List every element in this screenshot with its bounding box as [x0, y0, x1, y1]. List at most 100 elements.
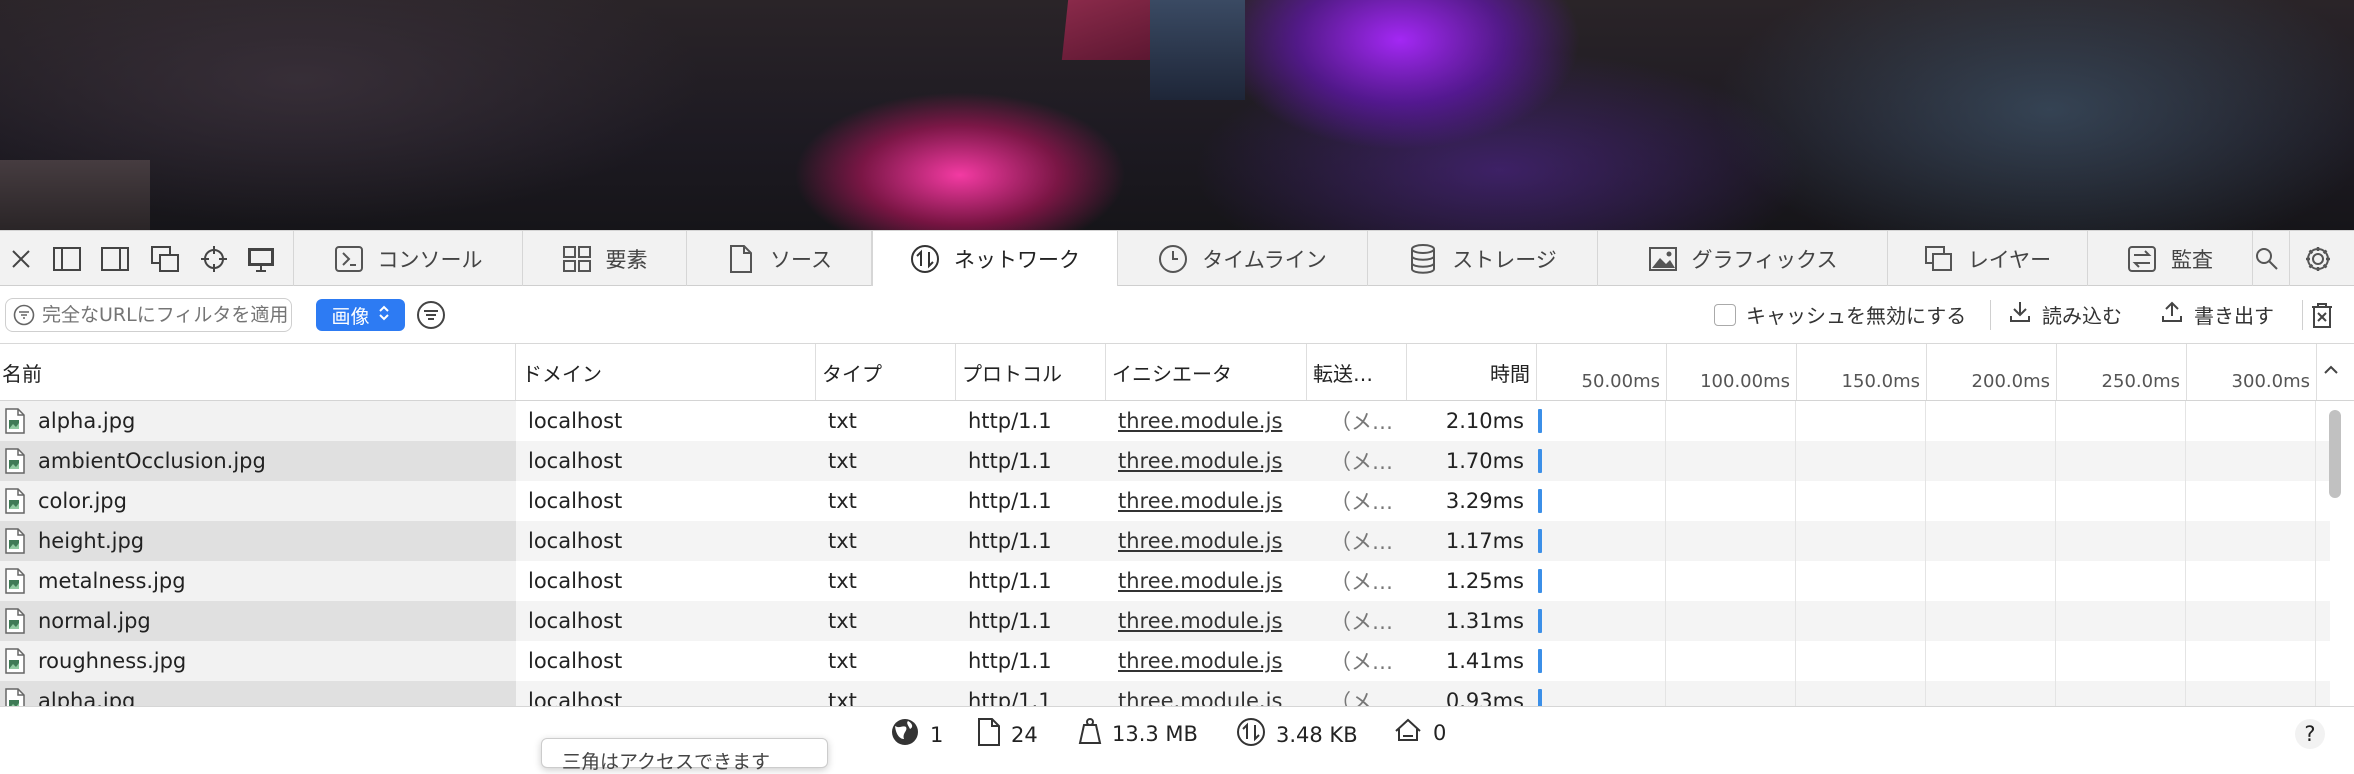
- tab-audit[interactable]: 監査: [2088, 231, 2253, 286]
- column-header-initiator[interactable]: イニシエータ: [1106, 344, 1307, 400]
- request-transfer: （メ…: [1330, 410, 1393, 434]
- globe-icon: [890, 717, 920, 752]
- tab-label: レイヤー: [1967, 247, 2052, 272]
- help-button[interactable]: ?: [2295, 719, 2325, 749]
- request-protocol: http/1.1: [968, 489, 1052, 513]
- request-initiator-link[interactable]: three.module.js: [1112, 681, 1297, 706]
- column-header-time[interactable]: 時間: [1407, 344, 1537, 400]
- disable-cache-label: キャッシュを無効にする: [1746, 304, 1967, 328]
- request-time: 1.17ms: [1445, 529, 1524, 553]
- close-icon[interactable]: [6, 244, 36, 274]
- request-initiator-link[interactable]: three.module.js: [1112, 401, 1297, 441]
- gear-icon[interactable]: [2303, 244, 2333, 274]
- tab-sources[interactable]: ソース: [687, 231, 872, 286]
- table-row[interactable]: alpha.jpg localhost txt http/1.1 three.modul…: [0, 401, 2330, 441]
- request-time: 0.93ms: [1445, 689, 1524, 706]
- scrollbar-thumb[interactable]: [2329, 410, 2341, 498]
- undock-icon[interactable]: [150, 244, 180, 274]
- column-header-protocol[interactable]: プロトコル: [956, 344, 1106, 400]
- table-row[interactable]: metalness.jpg localhost txt http/1.1 three.m…: [0, 561, 2330, 601]
- tab-label: ネットワーク: [954, 247, 1080, 272]
- resource-type-select[interactable]: 画像: [316, 299, 405, 331]
- clear-log-trash-icon[interactable]: [2307, 300, 2337, 330]
- network-status-bar: 1 24 13.3 MB 3.48 KB 0 ?: [0, 706, 2354, 760]
- request-name-cell: alpha.jpg: [0, 401, 516, 441]
- request-initiator-link[interactable]: three.module.js: [1112, 521, 1297, 561]
- table-row[interactable]: normal.jpg localhost txt http/1.1 three.modu…: [0, 601, 2330, 641]
- tab-layers[interactable]: レイヤー: [1888, 231, 2088, 286]
- audit-icon: [2127, 244, 2157, 274]
- column-header-name[interactable]: 名前: [0, 344, 516, 400]
- import-button[interactable]: 読み込む: [2008, 300, 2122, 329]
- waterfall-bar: [1538, 409, 1542, 433]
- tab-network[interactable]: ネットワーク: [872, 231, 1118, 286]
- table-row[interactable]: color.jpg localhost txt http/1.1 three.modul…: [0, 481, 2330, 521]
- request-transfer: （メ…: [1330, 490, 1393, 514]
- database-icon: [1408, 243, 1438, 274]
- image-icon: [1648, 244, 1678, 274]
- table-row[interactable]: height.jpg localhost txt http/1.1 three.modu…: [0, 521, 2330, 561]
- image-file-icon: [4, 408, 26, 434]
- request-initiator-link[interactable]: three.module.js: [1112, 561, 1297, 601]
- disable-cache-checkbox[interactable]: [1714, 303, 1736, 326]
- image-file-icon: [4, 568, 26, 594]
- request-type: txt: [828, 409, 857, 433]
- tab-label: ストレージ: [1452, 247, 1557, 272]
- export-label: 書き出す: [2194, 304, 2274, 328]
- redirects-count: 0: [1393, 717, 1446, 748]
- waterfall-tick: 100.00ms: [1667, 344, 1797, 400]
- tab-storage[interactable]: ストレージ: [1368, 231, 1598, 286]
- request-initiator-link[interactable]: three.module.js: [1112, 481, 1297, 521]
- resources-value: 24: [1011, 722, 1038, 747]
- url-filter-input[interactable]: [42, 304, 287, 326]
- request-type: txt: [828, 449, 857, 473]
- transferred-value: 3.48 KB: [1276, 722, 1358, 747]
- documents-value: 1: [930, 722, 944, 747]
- request-protocol: http/1.1: [968, 569, 1052, 593]
- image-file-icon: [4, 608, 26, 634]
- export-button[interactable]: 書き出す: [2160, 300, 2274, 329]
- request-domain: localhost: [528, 489, 623, 513]
- tab-label: 要素: [605, 247, 648, 272]
- weight-icon: [1078, 717, 1102, 750]
- request-initiator-link[interactable]: three.module.js: [1112, 601, 1297, 641]
- device-mode-icon[interactable]: [246, 244, 276, 274]
- request-transfer: （メ…: [1330, 570, 1393, 594]
- column-header-type[interactable]: タイプ: [816, 344, 956, 400]
- tab-graphics[interactable]: グラフィックス: [1598, 231, 1888, 286]
- table-row[interactable]: ambientOcclusion.jpg localhost txt http/1.1…: [0, 441, 2330, 481]
- request-domain: localhost: [528, 609, 623, 633]
- tab-console[interactable]: コンソール: [293, 231, 523, 286]
- search-icon[interactable]: [2245, 231, 2290, 286]
- request-protocol: http/1.1: [968, 409, 1052, 433]
- request-name-cell: ambientOcclusion.jpg: [0, 441, 516, 481]
- dock-left-icon[interactable]: [52, 244, 82, 274]
- table-scrollbar[interactable]: [2326, 404, 2344, 704]
- request-domain: localhost: [528, 689, 623, 706]
- request-domain: localhost: [528, 529, 623, 553]
- waterfall-bar: [1538, 449, 1542, 473]
- scene-gray-block: [0, 160, 150, 230]
- dock-right-icon[interactable]: [100, 244, 130, 274]
- filter-options-icon[interactable]: [416, 300, 446, 330]
- size-value: 13.3 MB: [1112, 721, 1198, 746]
- request-initiator-link[interactable]: three.module.js: [1112, 641, 1297, 681]
- network-filter-bar: 画像 キャッシュを無効にする 読み込む 書き出す: [0, 286, 2354, 344]
- sort-chevron-up-icon[interactable]: [2316, 354, 2346, 384]
- request-initiator-link[interactable]: three.module.js: [1112, 441, 1297, 481]
- column-header-domain[interactable]: ドメイン: [516, 344, 816, 400]
- inspect-target-icon[interactable]: [199, 244, 229, 274]
- request-name-cell: color.jpg: [0, 481, 516, 521]
- tab-label: グラフィックス: [1691, 247, 1838, 272]
- tab-label: ソース: [770, 247, 832, 272]
- tab-elements[interactable]: 要素: [523, 231, 687, 286]
- disable-cache-toggle[interactable]: キャッシュを無効にする: [1714, 300, 1966, 329]
- request-type: txt: [828, 569, 857, 593]
- table-row[interactable]: alpha.jpg localhost txt http/1.1 three.modul…: [0, 681, 2330, 706]
- request-domain: localhost: [528, 649, 623, 673]
- url-filter-field[interactable]: [5, 298, 292, 332]
- table-row[interactable]: roughness.jpg localhost txt http/1.1 three.m…: [0, 641, 2330, 681]
- column-header-transfer[interactable]: 転送…: [1307, 344, 1407, 400]
- request-name-cell: roughness.jpg: [0, 641, 516, 681]
- tab-timeline[interactable]: タイムライン: [1118, 231, 1368, 286]
